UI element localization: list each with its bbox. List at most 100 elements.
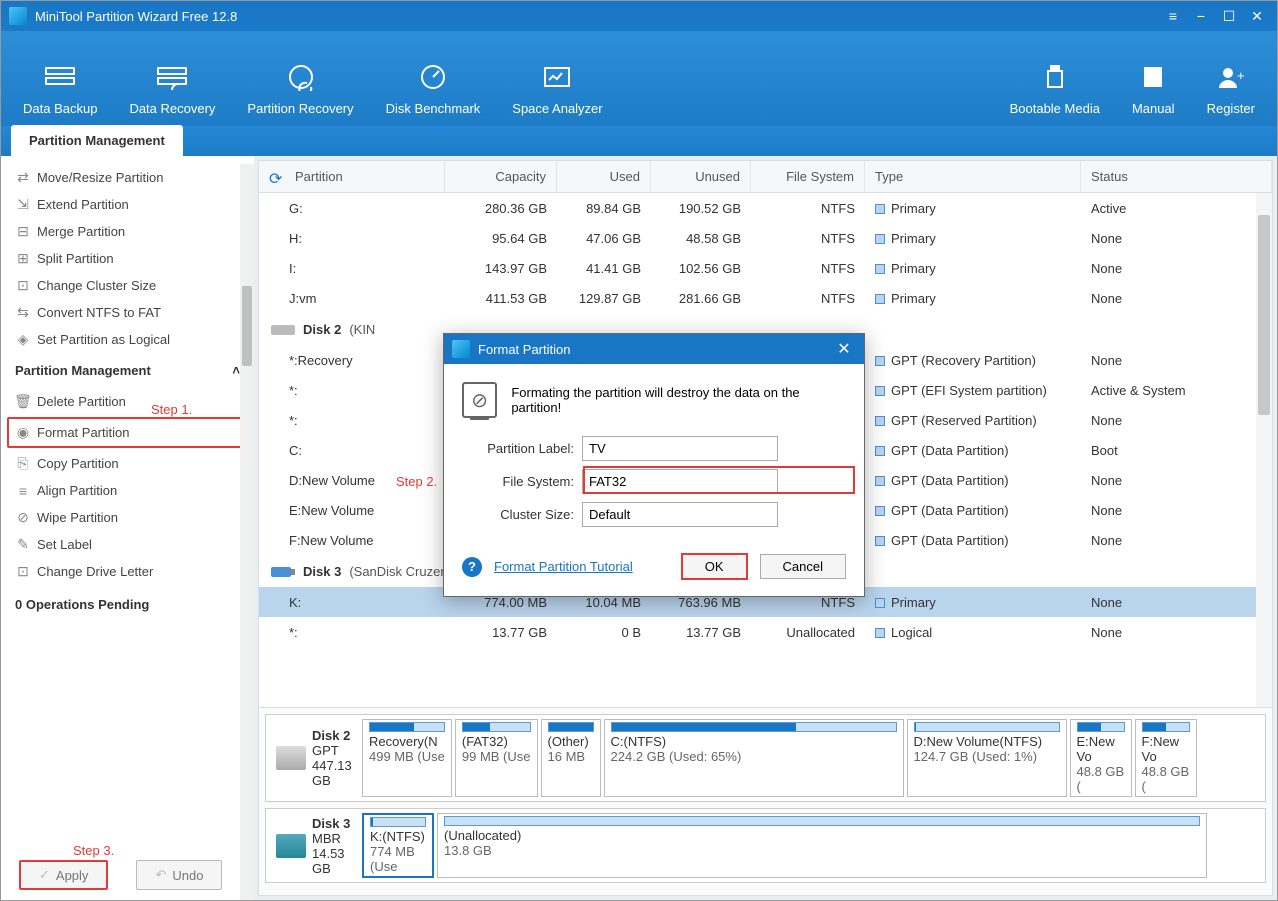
op-icon: ⇄ <box>15 170 31 186</box>
partition-recovery-button[interactable]: Partition Recovery <box>231 61 369 116</box>
disk-segment[interactable]: (Unallocated)13.8 GB <box>437 813 1207 878</box>
warning-disk-icon: ⊘ <box>462 382 497 418</box>
sidebar-op-copy-partition[interactable]: ⎘Copy Partition <box>1 450 254 477</box>
usb-disk-icon <box>271 563 295 579</box>
disk-segment[interactable]: E:New Vo48.8 GB ( <box>1070 719 1132 797</box>
cancel-button[interactable]: Cancel <box>760 554 846 579</box>
manual-button[interactable]: Manual <box>1116 61 1191 116</box>
col-filesystem[interactable]: File System <box>751 161 865 192</box>
sidebar-op[interactable]: ⊟Merge Partition <box>1 218 254 245</box>
bootable-media-button[interactable]: Bootable Media <box>994 61 1116 116</box>
sidebar-op-delete-partition[interactable]: 🗑Delete Partition <box>1 388 254 415</box>
sidebar-op[interactable]: ⊡Change Cluster Size <box>1 272 254 299</box>
data-backup-button[interactable]: Data Backup <box>7 61 113 116</box>
space-analyzer-button[interactable]: Space Analyzer <box>496 61 618 116</box>
refresh-icon[interactable]: ⟳ <box>269 169 282 189</box>
titlebar: MiniTool Partition Wizard Free 12.8 ≡ − … <box>1 1 1277 31</box>
op-icon: ⎘ <box>15 456 31 472</box>
sidebar-op-format-partition[interactable]: ◉Format Partition <box>7 417 248 448</box>
sidebar-op[interactable]: ⊞Split Partition <box>1 245 254 272</box>
disk-bar: Disk 3MBR14.53 GBK:(NTFS)774 MB (Use(Una… <box>265 808 1266 883</box>
partition-row[interactable]: G:280.36 GB89.84 GB190.52 GBNTFSPrimaryA… <box>259 193 1272 223</box>
op-icon: ⇆ <box>15 305 31 321</box>
backup-icon <box>44 61 76 93</box>
sidebar-op[interactable]: ⇲Extend Partition <box>1 191 254 218</box>
sidebar-op-align-partition[interactable]: ≡Align Partition <box>1 477 254 504</box>
tab-partition-management[interactable]: Partition Management <box>11 125 183 156</box>
menu-icon[interactable]: ≡ <box>1161 4 1185 28</box>
disk-segment[interactable]: D:New Volume(NTFS)124.7 GB (Used: 1%) <box>907 719 1067 797</box>
disk-benchmark-button[interactable]: Disk Benchmark <box>370 61 497 116</box>
disk-segment[interactable]: (Other)16 MB <box>541 719 601 797</box>
op-icon: ⊟ <box>15 224 31 240</box>
op-icon: ◉ <box>15 425 31 441</box>
usb-icon <box>1039 61 1071 93</box>
grid-scrollbar[interactable] <box>1256 193 1272 707</box>
col-status[interactable]: Status <box>1081 161 1272 192</box>
tab-strip: Partition Management <box>1 126 1277 156</box>
op-icon: 🗑 <box>15 394 31 410</box>
undo-icon: ↶ <box>155 867 166 883</box>
col-unused[interactable]: Unused <box>651 161 751 192</box>
partition-label-input[interactable] <box>582 436 778 461</box>
benchmark-icon <box>417 61 449 93</box>
cluster-size-label: Cluster Size: <box>462 507 582 522</box>
file-system-select[interactable]: FAT32 <box>582 469 778 494</box>
sidebar-op-wipe-partition[interactable]: ⊘Wipe Partition <box>1 504 254 531</box>
tutorial-link[interactable]: Format Partition Tutorial <box>494 559 669 574</box>
ok-button[interactable]: OK <box>681 553 748 580</box>
sidebar-scrollbar[interactable] <box>240 164 254 900</box>
step-3-label: Step 3. <box>73 843 114 858</box>
col-type[interactable]: Type <box>865 161 1081 192</box>
partition-row[interactable]: J:vm411.53 GB129.87 GB281.66 GBNTFSPrima… <box>259 283 1272 313</box>
app-title: MiniTool Partition Wizard Free 12.8 <box>35 9 1157 24</box>
disk-segment[interactable]: F:New Vo48.8 GB ( <box>1135 719 1197 797</box>
disk-info: Disk 3MBR14.53 GB <box>270 813 362 878</box>
format-partition-dialog: Format Partition ✕ ⊘ Formating the parti… <box>443 333 865 597</box>
step-1-label: Step 1. <box>151 402 192 417</box>
disk-info: Disk 2GPT447.13 GB <box>270 719 362 797</box>
dialog-titlebar: Format Partition ✕ <box>444 334 864 364</box>
sidebar-op[interactable]: ◈Set Partition as Logical <box>1 326 254 353</box>
partition-row[interactable]: I:143.97 GB41.41 GB102.56 GBNTFSPrimaryN… <box>259 253 1272 283</box>
partition-row[interactable]: *:13.77 GB0 B13.77 GBUnallocatedLogicalN… <box>259 617 1272 647</box>
cluster-size-select[interactable]: Default <box>582 502 778 527</box>
sidebar-op[interactable]: ⇄Move/Resize Partition <box>1 164 254 191</box>
register-button[interactable]: +Register <box>1191 61 1271 116</box>
col-capacity[interactable]: Capacity <box>445 161 557 192</box>
op-icon: ⊞ <box>15 251 31 267</box>
op-icon: ⊡ <box>15 278 31 294</box>
partition-row[interactable]: H:95.64 GB47.06 GB48.58 GBNTFSPrimaryNon… <box>259 223 1272 253</box>
user-plus-icon: + <box>1215 61 1247 93</box>
sidebar-section-header[interactable]: Partition Management˄ <box>1 353 254 388</box>
sidebar-op[interactable]: ⇆Convert NTFS to FAT <box>1 299 254 326</box>
step-2-label: Step 2. <box>396 474 437 489</box>
app-logo-icon <box>9 7 27 25</box>
main-toolbar: Data Backup Data Recovery Partition Reco… <box>1 31 1277 126</box>
data-recovery-button[interactable]: Data Recovery <box>113 61 231 116</box>
disk-segment[interactable]: K:(NTFS)774 MB (Use <box>362 813 434 878</box>
op-icon: ◈ <box>15 332 31 348</box>
disk-segment[interactable]: Recovery(N499 MB (Use <box>362 719 452 797</box>
col-used[interactable]: Used <box>557 161 651 192</box>
op-icon: ≡ <box>15 483 31 499</box>
close-button[interactable]: ✕ <box>1245 4 1269 28</box>
minimize-button[interactable]: − <box>1189 4 1213 28</box>
recovery-icon <box>156 61 188 93</box>
operations-pending: 0 Operations Pending <box>1 585 254 624</box>
dialog-logo-icon <box>452 340 470 358</box>
op-icon: ✎ <box>15 537 31 553</box>
disk-legend: Disk 2GPT447.13 GBRecovery(N499 MB (Use(… <box>259 707 1272 895</box>
col-partition[interactable]: Partition <box>295 169 343 184</box>
help-icon[interactable]: ? <box>462 557 482 577</box>
apply-button[interactable]: ✓Apply <box>19 860 108 890</box>
sidebar-op-set-label[interactable]: ✎Set Label <box>1 531 254 558</box>
maximize-button[interactable]: ☐ <box>1217 4 1241 28</box>
usb-disk-icon <box>276 834 306 858</box>
disk-segment[interactable]: (FAT32)99 MB (Use <box>455 719 538 797</box>
undo-button[interactable]: ↶Undo <box>136 860 222 890</box>
sidebar-op-change-drive-letter[interactable]: ⊡Change Drive Letter <box>1 558 254 585</box>
disk-segment[interactable]: C:(NTFS)224.2 GB (Used: 65%) <box>604 719 904 797</box>
check-icon: ✓ <box>39 867 50 883</box>
dialog-close-button[interactable]: ✕ <box>832 339 856 359</box>
